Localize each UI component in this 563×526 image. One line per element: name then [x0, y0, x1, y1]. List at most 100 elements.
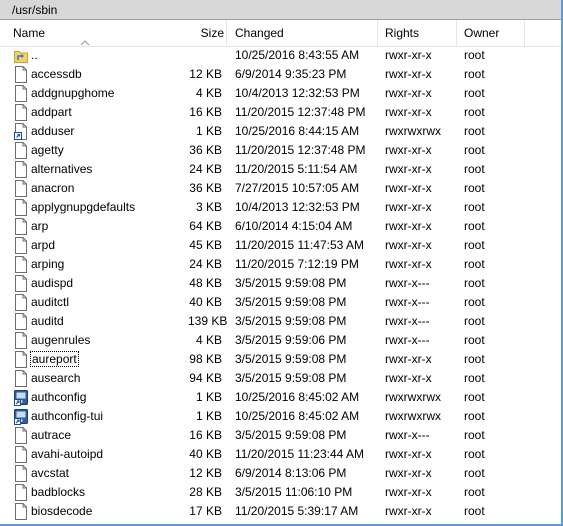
file-size: 1 KB [188, 122, 222, 141]
file-row[interactable]: addpart 16 KB 11/20/2015 12:37:48 PM rwxr-x… [0, 103, 561, 122]
file-row[interactable]: avcstat 12 KB 6/9/2014 8:13:06 PM rwxr-xr-x… [0, 464, 561, 483]
file-changed-text: 7/27/2015 10:57:05 AM [235, 181, 360, 195]
file-rights: rwxrwxrwx [385, 122, 441, 141]
column-divider[interactable] [456, 20, 457, 46]
file-row[interactable]: anacron 36 KB 7/27/2015 10:57:05 AM rwxr-xr… [0, 179, 561, 198]
file-size-text: 24 KB [189, 162, 222, 176]
file-changed-text: 3/5/2015 11:06:10 PM [235, 485, 353, 499]
file-row[interactable]: auditctl 40 KB 3/5/2015 9:59:08 PM rwxr-x--… [0, 293, 561, 312]
app-shortcut-icon [14, 389, 28, 406]
file-changed-text: 3/5/2015 9:59:08 PM [235, 314, 347, 328]
file-icon [14, 446, 28, 463]
file-owner-text: root [464, 257, 485, 271]
file-size-text: 1 KB [195, 124, 222, 138]
file-name: alternatives [31, 160, 92, 179]
column-divider[interactable] [226, 20, 227, 46]
file-size: 45 KB [188, 236, 222, 255]
file-icon [14, 370, 28, 387]
file-owner-text: root [464, 485, 485, 499]
file-row[interactable]: biosdecode 17 KB 11/20/2015 5:39:17 AM rwxr… [0, 502, 561, 521]
file-icon [14, 237, 28, 254]
file-size: 3 KB [188, 198, 222, 217]
file-name: .. [31, 46, 38, 65]
file-name: adduser [31, 122, 74, 141]
file-rights: rwxr-xr-x [385, 179, 432, 198]
file-rights-text: rwxr-x--- [385, 333, 430, 347]
file-size-text: 40 KB [189, 447, 222, 461]
file-owner-text: root [464, 390, 485, 404]
file-name: avahi-autoipd [31, 445, 103, 464]
file-row[interactable]: arp 64 KB 6/10/2014 4:15:04 AM rwxr-xr-x roo… [0, 217, 561, 236]
file-size: 4 KB [188, 84, 222, 103]
file-row[interactable]: agetty 36 KB 11/20/2015 12:37:48 PM rwxr-xr… [0, 141, 561, 160]
file-owner-text: root [464, 352, 485, 366]
file-changed-text: 11/20/2015 11:23:44 AM [235, 447, 364, 461]
column-divider[interactable] [377, 20, 378, 46]
file-size: 40 KB [188, 293, 222, 312]
file-name: audispd [31, 274, 73, 293]
file-row[interactable]: audispd 48 KB 3/5/2015 9:59:08 PM rwxr-x---… [0, 274, 561, 293]
file-size: 16 KB [188, 103, 222, 122]
file-row[interactable]: adduser 1 KB 10/25/2016 8:44:15 AM rwxrwxrw… [0, 122, 561, 141]
file-size: 36 KB [188, 141, 222, 160]
column-header-name[interactable]: Name [13, 20, 185, 46]
file-row[interactable]: autrace 16 KB 3/5/2015 9:59:08 PM rwxr-x---… [0, 426, 561, 445]
column-header-owner[interactable]: Owner [464, 20, 524, 46]
file-size: 12 KB [188, 65, 222, 84]
file-row[interactable]: badblocks 28 KB 3/5/2015 11:06:10 PM rwxr-x… [0, 483, 561, 502]
file-icon [14, 142, 28, 159]
file-name-text: auditctl [31, 295, 70, 309]
file-changed: 11/20/2015 12:37:48 PM [235, 103, 366, 122]
file-icon [14, 351, 28, 368]
path-bar[interactable]: /usr/sbin [0, 0, 561, 20]
file-owner-text: root [464, 219, 485, 233]
file-rights: rwxr-x--- [385, 274, 430, 293]
file-owner-text: root [464, 67, 485, 81]
file-size-text: 48 KB [189, 276, 222, 290]
file-icon [14, 465, 28, 482]
file-size-text: 24 KB [189, 257, 222, 271]
file-icon [14, 199, 28, 216]
file-row[interactable]: avahi-autoipd 40 KB 11/20/2015 11:23:44 AM… [0, 445, 561, 464]
file-icon [14, 332, 28, 349]
file-row[interactable]: aureport 98 KB 3/5/2015 9:59:08 PM rwxr-xr-… [0, 350, 561, 369]
column-divider[interactable] [524, 20, 525, 46]
file-owner-text: root [464, 86, 485, 100]
file-owner: root [464, 217, 485, 236]
file-row[interactable]: augenrules 4 KB 3/5/2015 9:59:06 PM rwxr-x-… [0, 331, 561, 350]
file-row[interactable]: alternatives 24 KB 11/20/2015 5:11:54 AM rw… [0, 160, 561, 179]
file-row[interactable]: authconfig-tui 1 KB 10/25/2016 8:45:02 AM r… [0, 407, 561, 426]
file-rights: rwxr-x--- [385, 426, 430, 445]
file-name: auditd [31, 312, 64, 331]
file-owner-text: root [464, 105, 485, 119]
file-row[interactable]: ausearch 94 KB 3/5/2015 9:59:08 PM rwxr-xr-… [0, 369, 561, 388]
file-rights-text: rwxr-x--- [385, 428, 430, 442]
file-row[interactable]: accessdb 12 KB 6/9/2014 9:35:23 PM rwxr-xr-… [0, 65, 561, 84]
file-name: arp [31, 217, 48, 236]
file-row[interactable]: .. 10/25/2016 8:43:55 AM rwxr-xr-x root [0, 46, 561, 65]
file-changed: 11/20/2015 11:23:44 AM [235, 445, 364, 464]
file-row[interactable]: applygnupgdefaults 3 KB 10/4/2013 12:32:53… [0, 198, 561, 217]
file-name-text: accessdb [31, 67, 82, 81]
file-name: biosdecode [31, 502, 92, 521]
column-header-rights[interactable]: Rights [385, 20, 455, 46]
file-row[interactable]: auditd 139 KB 3/5/2015 9:59:08 PM rwxr-x---… [0, 312, 561, 331]
column-header-size[interactable]: Size [186, 20, 224, 46]
file-row[interactable]: arpd 45 KB 11/20/2015 11:47:53 AM rwxr-xr-x… [0, 236, 561, 255]
file-rights: rwxr-xr-x [385, 255, 432, 274]
file-size-text: 3 KB [195, 200, 222, 214]
file-rights-text: rwxr-x--- [385, 314, 430, 328]
file-rights-text: rwxrwxrwx [385, 124, 441, 138]
file-rights-text: rwxr-xr-x [385, 219, 432, 233]
file-owner: root [464, 236, 485, 255]
column-header-changed[interactable]: Changed [235, 20, 375, 46]
file-name: agetty [31, 141, 64, 160]
file-owner-text: root [464, 238, 485, 252]
file-row[interactable]: authconfig 1 KB 10/25/2016 8:45:02 AM rwxrw… [0, 388, 561, 407]
file-row[interactable]: arping 24 KB 11/20/2015 7:12:19 PM rwxr-xr-… [0, 255, 561, 274]
file-changed-text: 11/20/2015 12:37:48 PM [235, 105, 366, 119]
file-name-text: applygnupgdefaults [31, 200, 136, 214]
file-name-text: addpart [31, 105, 72, 119]
file-rights-text: rwxr-x--- [385, 276, 430, 290]
file-row[interactable]: addgnupghome 4 KB 10/4/2013 12:32:53 PM rwx… [0, 84, 561, 103]
